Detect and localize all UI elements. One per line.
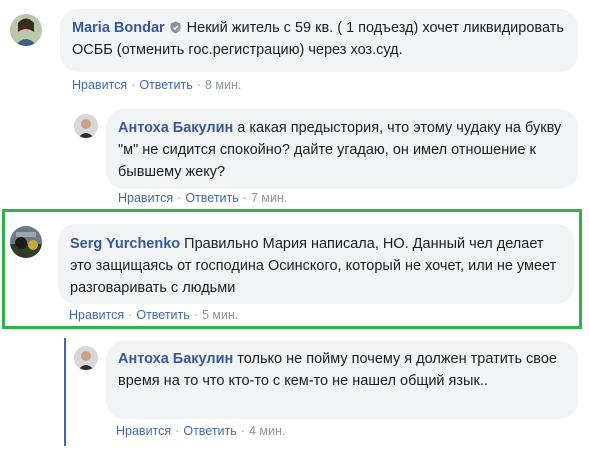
comment-author[interactable]: Maria Bondar (72, 20, 165, 36)
comment-bubble: Антоха Бакулин только не пойму почему я д… (106, 341, 578, 419)
comment-actions: Нравится · Ответить · 7 мин. (118, 191, 288, 205)
comment-author[interactable]: Serg Yurchenko (70, 236, 180, 252)
like-link[interactable]: Нравится (116, 424, 171, 438)
timestamp[interactable]: 4 мин. (249, 424, 285, 438)
comment-bubble: Maria Bondar Некий житель с 59 кв. ( 1 по… (60, 9, 578, 72)
timestamp[interactable]: 8 мин. (205, 78, 241, 92)
comment-bubble: Антоха Бакулин а какая предыстория, что э… (106, 109, 578, 189)
comment-author[interactable]: Антоха Бакулин (118, 120, 233, 136)
reply-link[interactable]: Ответить (183, 424, 236, 438)
shield-badge-icon (170, 21, 181, 34)
comment-actions: Нравится · Ответить · 8 мин. (72, 78, 242, 92)
reply-link[interactable]: Ответить (136, 308, 189, 322)
comment-bubble: Serg Yurchenko Правильно Мария написала, … (58, 224, 574, 304)
thread-line (64, 338, 66, 446)
comment-actions: Нравится · Ответить · 4 мин. (116, 424, 286, 438)
comment-actions: Нравится · Ответить · 5 мин. (69, 308, 239, 322)
comment-author[interactable]: Антоха Бакулин (118, 351, 233, 367)
avatar[interactable] (74, 346, 98, 370)
avatar[interactable] (10, 226, 42, 258)
avatar[interactable] (10, 14, 42, 46)
like-link[interactable]: Нравится (69, 308, 124, 322)
like-link[interactable]: Нравится (118, 191, 173, 205)
like-link[interactable]: Нравится (72, 78, 127, 92)
timestamp[interactable]: 7 мин. (251, 191, 287, 205)
reply-link[interactable]: Ответить (185, 191, 238, 205)
avatar[interactable] (74, 114, 98, 138)
reply-link[interactable]: Ответить (139, 78, 192, 92)
timestamp[interactable]: 5 мин. (202, 308, 238, 322)
